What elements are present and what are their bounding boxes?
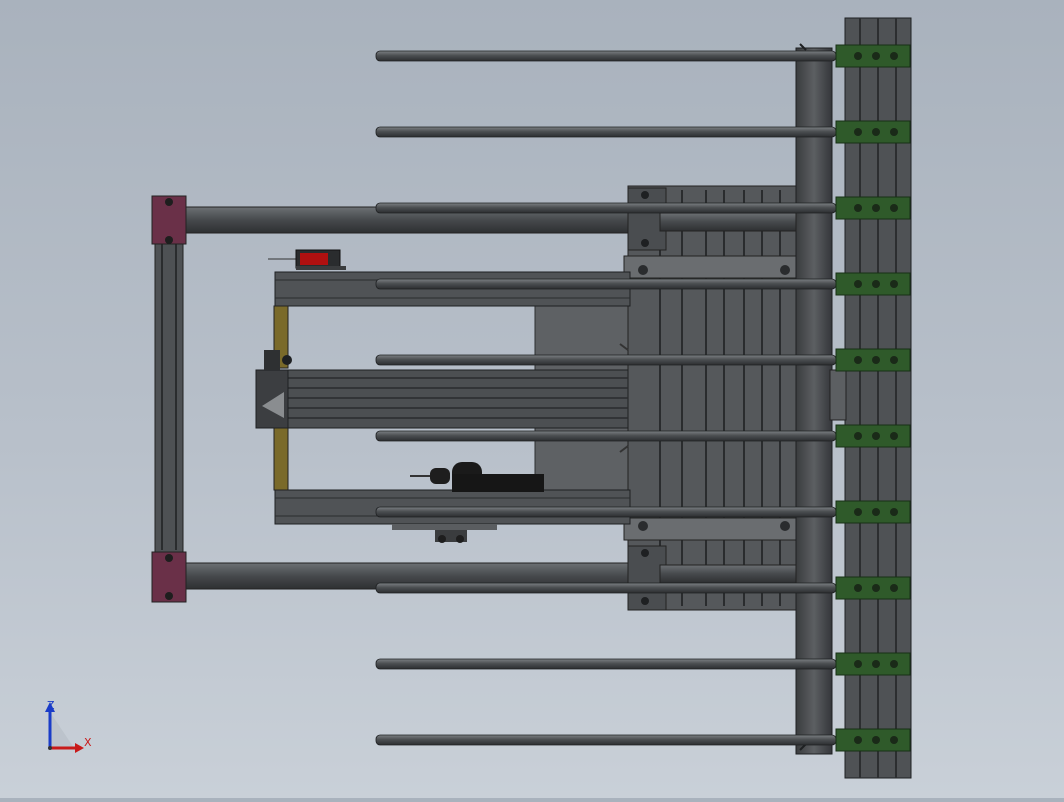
clamp-bolt: [872, 432, 880, 440]
clamp-bolt: [854, 660, 862, 668]
clamp-bolt: [890, 204, 898, 212]
finger-rod: [375, 734, 837, 746]
clamp-bolt: [872, 356, 880, 364]
finger-rod: [375, 430, 837, 442]
clamp-bolt: [890, 128, 898, 136]
linear-module-block: [623, 185, 797, 611]
clamp-bolt: [890, 432, 898, 440]
clamp-bolt: [854, 204, 862, 212]
finger-rod: [375, 506, 837, 518]
clamp-bolt: [890, 736, 898, 744]
red-sensor: [268, 249, 346, 270]
clamp-bolt: [872, 204, 880, 212]
clamp-bolt: [872, 280, 880, 288]
clamp-bolt: [890, 508, 898, 516]
clamp-bolt: [854, 52, 862, 60]
clamp-bolt: [890, 52, 898, 60]
z-axis-label: Z: [47, 699, 55, 712]
clamp-bolt: [872, 128, 880, 136]
clamp-bolt: [872, 52, 880, 60]
finger-rod: [375, 658, 837, 670]
clamp-bolt: [872, 584, 880, 592]
clamp-bolt: [854, 508, 862, 516]
clamp-bolt: [854, 736, 862, 744]
clamp-bolt: [854, 432, 862, 440]
finger-rod: [375, 50, 837, 62]
vertical-carrier-bar: [795, 47, 833, 755]
cad-model-viewport[interactable]: Z X: [0, 0, 1064, 798]
finger-rod: [375, 354, 837, 366]
finger-rod: [375, 278, 837, 290]
clamp-bolt: [854, 356, 862, 364]
clamp-bolt: [890, 584, 898, 592]
clamp-bolt: [890, 356, 898, 364]
finger-rod: [375, 582, 837, 594]
clamp-bolt: [854, 584, 862, 592]
gripper-assembly-drawing: [151, 17, 912, 779]
x-axis-label: X: [84, 736, 92, 749]
finger-rod: [375, 202, 837, 214]
clamp-bolt: [872, 508, 880, 516]
clamp-bolt: [872, 660, 880, 668]
triad-axes-icon: Z X: [45, 699, 92, 753]
clamp-bolt: [872, 736, 880, 744]
clamp-bolt: [890, 280, 898, 288]
clamp-bolt: [854, 280, 862, 288]
clamp-bolt: [890, 660, 898, 668]
finger-rod: [375, 126, 837, 138]
clamp-bolt: [854, 128, 862, 136]
